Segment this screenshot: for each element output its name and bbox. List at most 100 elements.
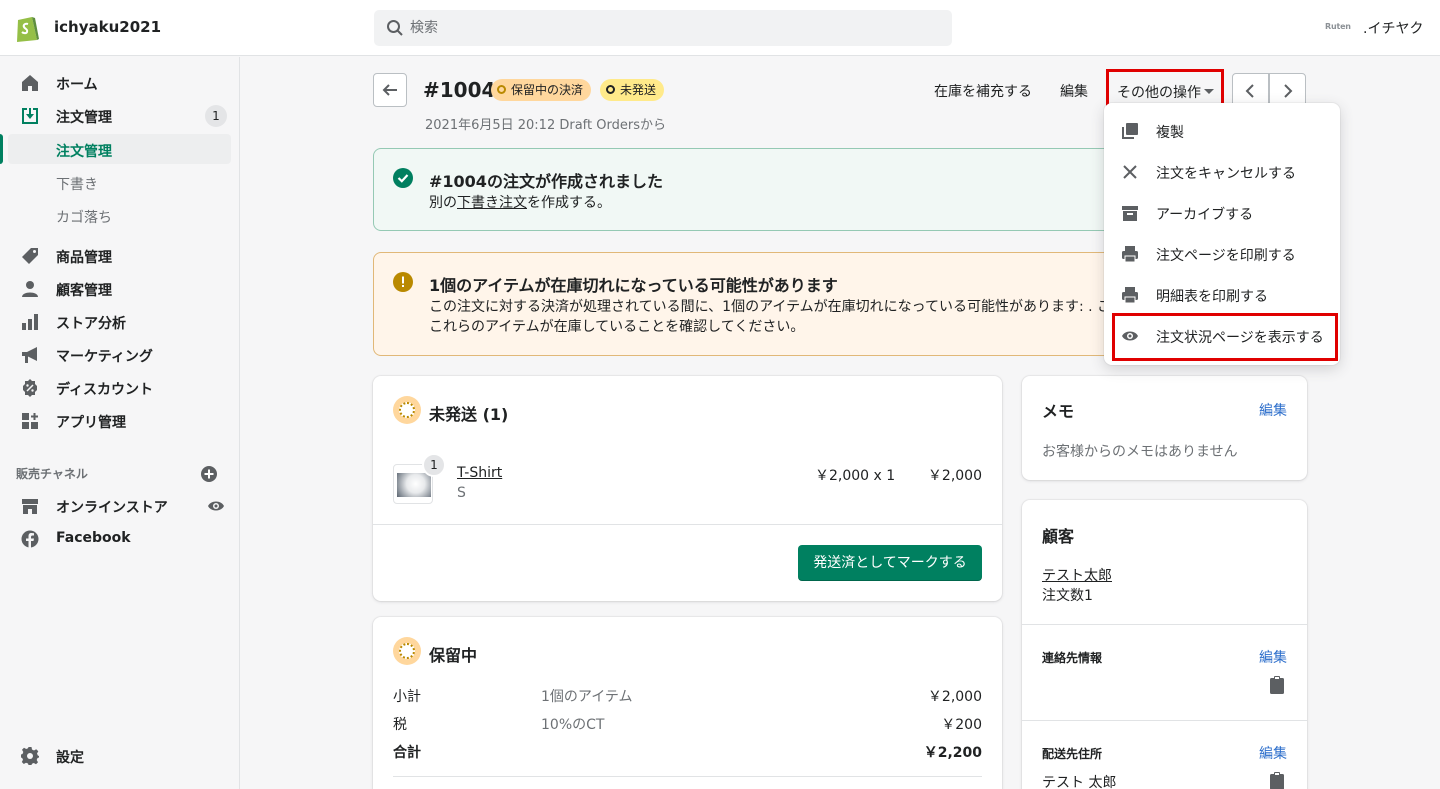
draft-order-link[interactable]: 下書き注文 [457,195,527,211]
divider [1022,720,1307,721]
divider [373,524,1002,525]
sidebar-subitem-abandoned[interactable]: カゴ落ち [8,200,231,230]
edit-notes-link[interactable]: 編集 [1259,400,1287,420]
next-order-button[interactable] [1269,73,1306,107]
sidebar-item-label: ストア分析 [56,316,126,332]
customer-order-count: 注文数1 [1042,588,1093,604]
previous-order-button[interactable] [1232,73,1269,107]
print-icon [1122,287,1138,304]
megaphone-icon [22,347,37,363]
sidebar-subitem-label: 下書き [56,177,98,193]
divider [393,776,982,777]
product-link[interactable]: T-Shirt [457,465,502,481]
customer-name-link[interactable]: テスト太郎 [1042,565,1112,585]
search-icon [387,20,403,36]
product-variant: S [457,485,466,501]
sidebar-item-label: オンラインストア [56,500,168,516]
banner-text: を作成する。 [527,195,611,211]
sidebar: ホーム 注文管理 1 注文管理 下書き カゴ落ち 商品管理 顧客管理 ストア分析… [0,57,240,789]
apps-icon [22,413,38,429]
add-circle-icon[interactable] [200,465,218,483]
sidebar-item-label: 注文管理 [56,110,112,126]
tag-icon [22,248,38,264]
product-image [397,473,431,497]
close-icon [1123,165,1137,179]
account-name[interactable]: .イチヤク [1363,18,1423,38]
edit-shipping-link[interactable]: 編集 [1259,743,1287,763]
menu-item-label: アーカイブする [1156,207,1254,223]
out-of-stock-warning-banner: 1個のアイテムが在庫切れになっている可能性があります この注文に対する決済が処理… [373,252,1143,356]
card-title: 顧客 [1042,527,1075,546]
banner-body: 別の下書き注文を作成する。 [429,193,611,213]
page-title: #1004 [423,78,496,102]
total-amount: ￥2,200 [923,745,982,761]
shopify-logo-icon[interactable] [14,13,40,43]
sidebar-item-products[interactable]: 商品管理 [8,241,231,271]
edit-order-button[interactable]: 編集 [1060,81,1088,101]
menu-item-archive[interactable]: アーカイブする [1104,195,1340,231]
sidebar-item-label: ホーム [56,77,98,93]
menu-item-duplicate[interactable]: 複製 [1104,113,1340,149]
shipping-name: テスト 太郎 [1042,775,1117,789]
checkmark-circle-icon [393,168,413,188]
sidebar-item-label: Facebook [56,530,131,546]
tax-amount: ￥200 [941,717,982,733]
eye-icon[interactable] [207,497,225,515]
edit-contact-link[interactable]: 編集 [1259,647,1287,667]
print-icon [1122,246,1138,263]
sidebar-item-analytics[interactable]: ストア分析 [8,307,231,337]
subtotal-desc: 1個のアイテム [541,689,633,705]
chevron-left-icon [1245,84,1254,98]
sales-channels-heading: 販売チャネル [16,467,88,481]
menu-item-label: 注文ページを印刷する [1156,248,1296,264]
chevron-right-icon [1284,84,1293,98]
back-button[interactable] [373,73,407,107]
banner-title: #1004の注文が作成されました [429,172,663,191]
sidebar-item-apps[interactable]: アプリ管理 [8,406,231,436]
tax-desc: 10%のCT [541,717,605,733]
discount-icon [23,379,37,397]
restock-button[interactable]: 在庫を補充する [934,81,1032,101]
sidebar-item-orders[interactable]: 注文管理 1 [8,101,231,131]
item-price-quantity: ￥2,000 x 1 [815,468,896,484]
arrow-left-icon [382,84,397,96]
item-total: ￥2,000 [927,468,982,484]
sidebar-subitem-orders[interactable]: 注文管理 [0,134,231,164]
menu-item-print-order[interactable]: 注文ページを印刷する [1104,236,1340,272]
clipboard-icon[interactable] [1270,676,1284,694]
gear-icon [21,747,39,765]
orders-count-badge: 1 [205,105,227,127]
sidebar-subitem-label: カゴ落ち [56,210,112,226]
sidebar-item-facebook[interactable]: Facebook [8,524,231,554]
store-icon [22,499,38,514]
card-title: メモ [1042,402,1075,421]
sidebar-subitem-drafts[interactable]: 下書き [8,167,231,197]
bar-chart-icon [22,314,38,330]
store-name[interactable]: ichyaku2021 [54,18,161,36]
banner-text: 別の [429,195,457,211]
menu-item-cancel-order[interactable]: 注文をキャンセルする [1104,154,1340,190]
banner-line: これらのアイテムが在庫していることを確認してください。 [429,319,805,335]
payment-pending-card: 保留中 小計 1個のアイテム ￥2,000 税 10%のCT ￥200 合計 ￥… [373,617,1002,789]
menu-item-print-packing-slip[interactable]: 明細表を印刷する [1104,277,1340,313]
caret-down-icon [1204,89,1214,94]
more-actions-label: その他の操作 [1117,85,1201,101]
sidebar-item-discounts[interactable]: ディスカウント [8,373,231,403]
sidebar-subitem-label: 注文管理 [56,144,112,160]
sidebar-item-settings[interactable]: 設定 [8,741,231,771]
tax-label: 税 [393,717,407,733]
sidebar-item-label: マーケティング [56,349,153,365]
card-title: 保留中 [429,646,478,665]
sidebar-item-online-store[interactable]: オンラインストア [8,491,231,521]
top-bar: ichyaku2021 Ruten .イチヤク [0,0,1440,56]
search-input[interactable] [410,10,930,46]
search-bar[interactable] [374,10,952,46]
sidebar-item-home[interactable]: ホーム [8,68,231,98]
mark-as-fulfilled-button[interactable]: 発送済としてマークする [798,545,982,581]
banner-title: 1個のアイテムが在庫切れになっている可能性があります [429,276,838,295]
clipboard-icon[interactable] [1270,772,1284,789]
sidebar-item-marketing[interactable]: マーケティング [8,340,231,370]
account-logo: Ruten [1325,22,1351,31]
banner-line: この注文に対する決済が処理されている間に、1個のアイテムが在庫切れになっている可… [429,299,1112,315]
sidebar-item-customers[interactable]: 顧客管理 [8,274,231,304]
